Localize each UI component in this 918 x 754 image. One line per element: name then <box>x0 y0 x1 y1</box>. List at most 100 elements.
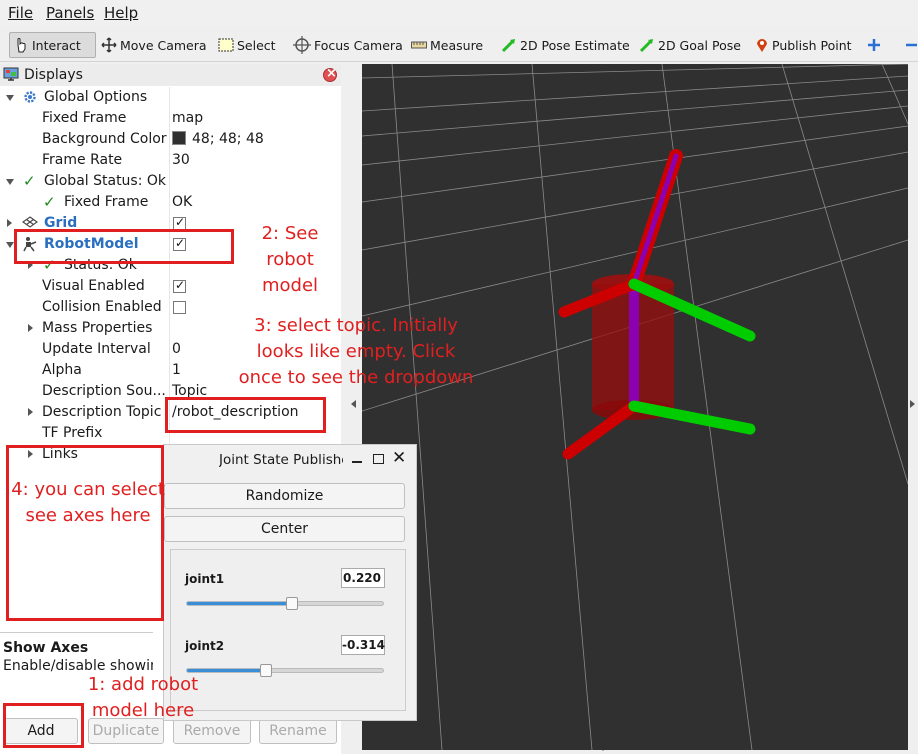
collapse-arrow-icon[interactable] <box>6 95 14 101</box>
grid-icon <box>22 216 38 228</box>
annotation-step-3: 3: select topic. Initially looks like emp… <box>238 315 474 388</box>
minimize-icon[interactable] <box>352 461 362 463</box>
menu-panels[interactable]: Panels <box>46 4 94 22</box>
rename-button[interactable]: Rename <box>259 718 337 744</box>
publish-point-tool[interactable]: Publish Point <box>752 32 855 58</box>
joint1-label: joint1 <box>185 572 225 586</box>
tree-row-global-status[interactable]: ✓ Global Status: Ok <box>0 171 341 192</box>
interact-tool[interactable]: Interact <box>9 32 96 58</box>
global-status-label: Global Status: Ok <box>44 173 167 189</box>
collapse-arrow-icon[interactable] <box>6 242 14 248</box>
annotation-box-description-topic <box>165 397 326 433</box>
joint1-slider[interactable] <box>186 597 384 610</box>
maximize-icon[interactable] <box>373 454 384 464</box>
description-source-label: Description Sou... <box>42 383 166 399</box>
tree-row-status-fixed-frame[interactable]: ✓ Fixed Frame OK <box>0 192 341 213</box>
annotation-box-robot-model <box>14 229 234 264</box>
expand-arrow-icon[interactable] <box>28 324 33 332</box>
3d-viewport[interactable] <box>362 64 908 750</box>
joint-list: joint1 0.220 joint2 -0.314 <box>170 549 406 711</box>
collapse-right-icon[interactable] <box>910 400 915 408</box>
update-interval-label: Update Interval <box>42 341 151 357</box>
check-icon: ✓ <box>23 172 36 190</box>
tree-row-background-color[interactable]: Background Color 48; 48; 48 <box>0 129 341 150</box>
goal-pose-tool[interactable]: 2D Goal Pose <box>636 32 744 58</box>
annotation-step-2: 2: See robot model <box>261 223 319 296</box>
move-camera-label: Move Camera <box>120 37 207 53</box>
ruler-icon <box>411 41 427 49</box>
joint2-slider[interactable] <box>186 664 384 677</box>
green-arrow-icon <box>639 39 653 53</box>
annotation-box-add <box>3 703 84 748</box>
pose-estimate-tool[interactable]: 2D Pose Estimate <box>498 32 633 58</box>
minus-icon <box>906 43 917 47</box>
select-box-icon <box>218 38 234 52</box>
status-fixed-frame-value: OK <box>172 194 193 210</box>
move-camera-tool[interactable]: Move Camera <box>98 32 210 58</box>
annotation-step-4: 4: you can select see axes here <box>11 479 165 526</box>
tf-prefix-label: TF Prefix <box>42 425 103 441</box>
measure-tool[interactable]: Measure <box>408 32 486 58</box>
joint1-value[interactable]: 0.220 <box>341 568 385 588</box>
add-tool-button[interactable] <box>864 32 887 58</box>
annotation-step-1: 1: add robot model here <box>87 674 199 721</box>
expand-arrow-icon[interactable] <box>28 408 33 416</box>
goal-pose-label: 2D Goal Pose <box>658 37 741 53</box>
alpha-label: Alpha <box>42 362 82 378</box>
frame-rate-value[interactable]: 30 <box>172 152 190 168</box>
menu-bar: File Panels Help <box>0 0 918 26</box>
plus-icon <box>868 39 880 51</box>
fixed-frame-label: Fixed Frame <box>42 110 127 126</box>
background-color-label: Background Color <box>42 131 167 147</box>
mass-properties-label: Mass Properties <box>42 320 153 336</box>
tree-row-frame-rate[interactable]: Frame Rate 30 <box>0 150 341 171</box>
hand-pointer-icon <box>17 38 26 53</box>
focus-camera-icon <box>293 36 311 54</box>
collapse-left-icon[interactable] <box>351 400 356 408</box>
joint2-slider-handle[interactable] <box>260 664 273 677</box>
interact-label: Interact <box>32 37 81 53</box>
background-color-value[interactable]: 48; 48; 48 <box>172 131 264 147</box>
joint1-slider-fill <box>187 602 292 605</box>
close-icon[interactable] <box>323 66 337 82</box>
focus-camera-label: Focus Camera <box>314 37 403 53</box>
check-icon: ✓ <box>43 193 56 211</box>
alpha-value[interactable]: 1 <box>172 362 181 378</box>
annotation-box-links <box>6 445 164 621</box>
tree-row-fixed-frame[interactable]: Fixed Frame map <box>0 108 341 129</box>
focus-camera-tool[interactable]: Focus Camera <box>290 32 406 58</box>
measure-label: Measure <box>430 37 484 53</box>
menu-help[interactable]: Help <box>104 4 138 22</box>
fixed-frame-value[interactable]: map <box>172 110 203 126</box>
displays-header: Displays <box>0 64 341 86</box>
update-interval-value[interactable]: 0 <box>172 341 181 357</box>
global-options-label: Global Options <box>44 89 148 105</box>
visual-enabled-checkbox[interactable] <box>173 278 186 293</box>
close-icon[interactable]: ✕ <box>392 448 406 468</box>
center-button[interactable]: Center <box>164 516 405 542</box>
joint2-value[interactable]: -0.314 <box>341 635 385 655</box>
select-tool[interactable]: Select <box>215 32 279 58</box>
scene[interactable] <box>362 64 908 750</box>
map-pin-icon <box>757 39 767 52</box>
collision-enabled-label: Collision Enabled <box>42 299 162 315</box>
publish-point-label: Publish Point <box>772 37 852 53</box>
randomize-button[interactable]: Randomize <box>164 483 405 509</box>
tree-row-global-options[interactable]: Global Options <box>0 87 341 108</box>
remove-tool-button[interactable] <box>902 32 918 58</box>
collapse-arrow-icon[interactable] <box>6 179 14 185</box>
menu-file[interactable]: File <box>8 4 33 22</box>
green-arrow-icon <box>501 39 515 53</box>
expand-arrow-icon[interactable] <box>7 219 12 227</box>
jsp-title: Joint State Publisher <box>219 452 343 468</box>
collision-enabled-checkbox[interactable] <box>173 301 186 314</box>
visual-enabled-label: Visual Enabled <box>42 278 145 294</box>
description-topic-label: Description Topic <box>42 404 162 420</box>
status-fixed-frame-label: Fixed Frame <box>64 194 149 210</box>
monitor-icon <box>3 67 19 81</box>
frame-rate-label: Frame Rate <box>42 152 123 168</box>
color-swatch[interactable] <box>172 131 186 145</box>
pose-estimate-label: 2D Pose Estimate <box>520 37 630 53</box>
move-camera-icon <box>101 37 117 53</box>
joint1-slider-handle[interactable] <box>285 597 298 610</box>
